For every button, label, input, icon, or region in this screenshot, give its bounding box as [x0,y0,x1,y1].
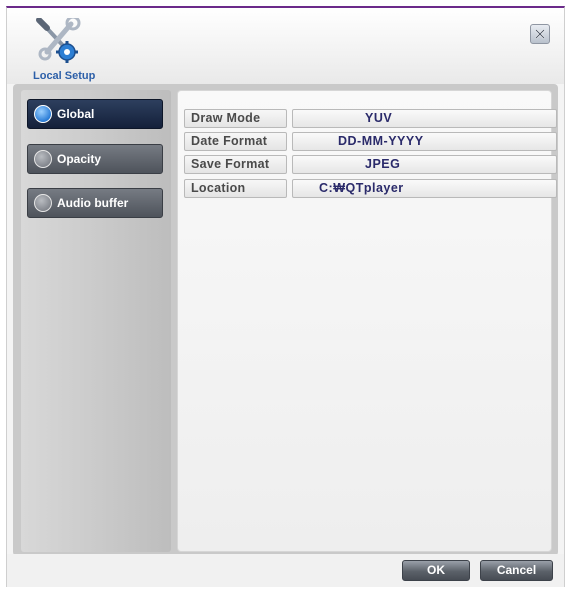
setting-row-draw-mode: Draw Mode YUV [184,109,559,128]
setting-label: Draw Mode [184,109,287,128]
cancel-button[interactable]: Cancel [480,560,553,581]
setting-row-date-format: Date Format DD-MM-YYYY [184,132,559,151]
close-icon [535,29,545,39]
dialog-footer: OK Cancel [7,554,564,587]
location-value[interactable]: C:₩QTplayer [292,179,557,198]
setting-label: Date Format [184,132,287,151]
date-format-value[interactable]: DD-MM-YYYY [292,132,557,151]
sidebar-item-global[interactable]: Global [27,99,163,129]
global-settings-panel: Draw Mode YUV Date Format DD-MM-YYYY Sav… [177,90,557,552]
sidebar-item-opacity[interactable]: Opacity [27,144,163,174]
setting-row-location: Location C:₩QTplayer [184,179,559,198]
save-format-value[interactable]: JPEG [292,155,557,174]
close-button[interactable] [530,24,550,44]
sidebar-item-label: Global [57,107,95,121]
setting-label: Save Format [184,155,287,174]
draw-mode-value[interactable]: YUV [292,109,557,128]
setting-label: Location [184,179,287,198]
sidebar-item-audio-buffer[interactable]: Audio buffer [27,188,163,218]
dialog-title: Local Setup [33,70,96,82]
wrench-screwdriver-gear-icon [36,15,81,63]
radio-unselected-icon [34,194,52,212]
sidebar-item-label: Opacity [57,152,102,166]
setting-row-save-format: Save Format JPEG [184,155,559,174]
radio-selected-icon [34,105,52,123]
settings-sidebar: Global Opacity Audio buffer [21,90,171,552]
sidebar-item-label: Audio buffer [57,196,129,210]
ok-button[interactable]: OK [402,560,470,581]
dialog-header: Local Setup [7,8,564,84]
local-setup-dialog: Local Setup Global Opacity Audio buffer … [6,6,565,587]
local-setup-logo: Local Setup [29,15,99,82]
dialog-body: Global Opacity Audio buffer Draw Mode YU… [13,84,558,556]
radio-unselected-icon [34,150,52,168]
